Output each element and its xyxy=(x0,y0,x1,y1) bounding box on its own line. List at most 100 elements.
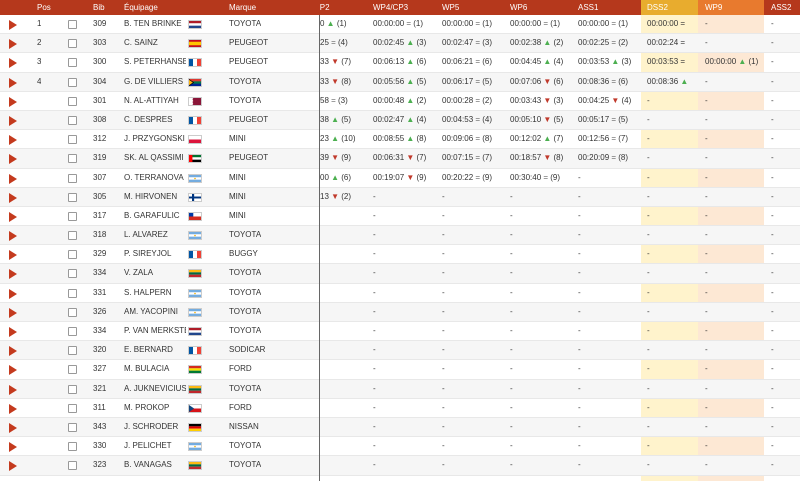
table-row[interactable]: 334 P. VAN MERKSTEIJN TOYOTA - - - - - - - xyxy=(0,322,800,342)
header-wp4[interactable]: WP4/CP3 xyxy=(373,0,408,15)
crew-name-cell[interactable]: P. SIREYJOL xyxy=(124,245,186,263)
row-checkbox[interactable] xyxy=(68,461,77,471)
row-checkbox[interactable] xyxy=(68,384,77,394)
row-checkbox[interactable] xyxy=(68,192,77,202)
crew-name-cell[interactable]: B. TEN BRINKE xyxy=(124,15,186,33)
header-cp2[interactable]: CP2 xyxy=(320,0,360,15)
row-checkbox[interactable] xyxy=(68,115,77,125)
expand-play-icon[interactable] xyxy=(9,211,17,222)
row-checkbox[interactable] xyxy=(68,422,77,432)
row-checkbox[interactable] xyxy=(68,250,77,260)
row-checkbox[interactable] xyxy=(68,269,77,279)
crew-name-cell[interactable]: M. BULACIA xyxy=(124,360,186,378)
expand-play-icon[interactable] xyxy=(9,39,17,50)
table-row[interactable]: 318 L. ALVAREZ TOYOTA - - - - - - - xyxy=(0,226,800,246)
table-row[interactable]: 331 S. HALPERN TOYOTA - - - - - - - xyxy=(0,284,800,303)
crew-name-cell[interactable]: A. JUKNEVICIUS xyxy=(124,380,186,398)
crew-name-cell[interactable]: J. PRZYGONSKI xyxy=(124,130,186,148)
row-checkbox[interactable] xyxy=(68,154,77,164)
expand-play-icon[interactable] xyxy=(9,346,17,357)
table-row[interactable]: 307 O. TERRANOVA MINI 00 ▲ (6) 00:19:07 ▼ (9… xyxy=(0,169,800,188)
crew-name-cell[interactable]: L. ALVAREZ xyxy=(124,226,186,244)
expand-play-icon[interactable] xyxy=(9,461,17,472)
crew-name-cell[interactable]: C. SAINZ xyxy=(124,34,186,52)
header-pos[interactable]: Pos xyxy=(37,0,51,15)
table-row[interactable]: 319 SK. AL QASSIMI PEUGEOT 39 ▼ (9) 00:06:31… xyxy=(0,149,800,169)
crew-name-cell[interactable]: S. HALPERN xyxy=(124,284,186,302)
crew-name-cell[interactable]: J. SCHRODER xyxy=(124,418,186,436)
table-row[interactable]: 301 N. AL-ATTIYAH TOYOTA 58 = (3) 00:00:48 ▲… xyxy=(0,92,800,111)
table-row[interactable]: 311 M. PROKOP FORD - - - - - - - xyxy=(0,399,800,418)
expand-play-icon[interactable] xyxy=(9,250,17,261)
crew-name-cell[interactable]: M. PROKOP xyxy=(124,399,186,417)
header-equipage[interactable]: Équipage xyxy=(124,0,158,15)
row-checkbox[interactable] xyxy=(68,173,77,183)
header-marque[interactable]: Marque xyxy=(229,0,256,15)
row-checkbox[interactable] xyxy=(68,20,77,29)
row-checkbox[interactable] xyxy=(68,39,77,49)
table-row[interactable]: 323 B. VANAGAS TOYOTA - - - - - - - xyxy=(0,456,800,476)
table-row[interactable]: 317 B. GARAFULIC MINI - - - - - - - xyxy=(0,207,800,227)
table-row[interactable]: 343 J. SCHRODER NISSAN - - - - - - - xyxy=(0,417,800,438)
row-checkbox[interactable] xyxy=(68,77,77,87)
expand-play-icon[interactable] xyxy=(9,20,17,30)
crew-name-cell[interactable]: B. VANAGAS xyxy=(124,456,186,474)
table-row[interactable]: 4 304 G. DE VILLIERS TOYOTA 33 ▼ (8) 00:05:56… xyxy=(0,72,800,92)
table-row[interactable]: 1 309 B. TEN BRINKE TOYOTA 0 ▲ (1) 00:00:00 =… xyxy=(0,15,800,35)
table-row[interactable]: 330 J. PELICHET TOYOTA - - - - - - - xyxy=(0,437,800,457)
expand-play-icon[interactable] xyxy=(9,327,17,337)
expand-play-icon[interactable] xyxy=(9,422,17,433)
crew-name-cell[interactable]: M. HIRVONEN xyxy=(124,188,186,206)
table-row[interactable]: 308 C. DESPRES PEUGEOT 38 ▲ (5) 00:02:47 ▲ (… xyxy=(0,110,800,131)
table-row[interactable]: 312 J. PRZYGONSKI MINI 23 ▲ (10) 00:08:55 ▲ … xyxy=(0,130,800,150)
expand-play-icon[interactable] xyxy=(9,403,17,414)
expand-play-icon[interactable] xyxy=(9,77,17,88)
row-checkbox[interactable] xyxy=(68,327,77,336)
expand-play-icon[interactable] xyxy=(9,365,17,376)
header-bib[interactable]: Bib xyxy=(93,0,105,15)
table-row[interactable]: 334 V. ZALA TOYOTA - - - - - - - xyxy=(0,264,800,284)
row-checkbox[interactable] xyxy=(68,135,77,145)
expand-play-icon[interactable] xyxy=(9,384,17,395)
crew-name-cell[interactable]: G. DE VILLIERS xyxy=(124,73,186,91)
header-ass2[interactable]: ASS2 xyxy=(764,0,800,15)
header-wp9[interactable]: WP9 xyxy=(698,0,764,15)
row-checkbox[interactable] xyxy=(68,288,77,298)
table-row[interactable]: 329 P. SIREYJOL BUGGY - - - - - - - xyxy=(0,245,800,265)
expand-play-icon[interactable] xyxy=(9,269,17,280)
row-checkbox[interactable] xyxy=(68,58,77,68)
expand-play-icon[interactable] xyxy=(9,307,17,318)
table-row[interactable]: 320 E. BERNARD SODICAR - - - - - - - xyxy=(0,341,800,361)
crew-name-cell[interactable]: AM. YACOPINI xyxy=(124,303,186,321)
header-ass1[interactable]: ASS1 xyxy=(578,0,598,15)
header-dss2[interactable]: DSS2 xyxy=(641,0,698,15)
row-checkbox[interactable] xyxy=(68,96,77,106)
expand-play-icon[interactable] xyxy=(9,231,17,242)
header-wp6[interactable]: WP6 xyxy=(510,0,527,15)
crew-name-cell[interactable]: SK. AL QASSIMI xyxy=(124,149,186,167)
expand-play-icon[interactable] xyxy=(9,154,17,165)
table-row[interactable]: 321 A. JUKNEVICIUS TOYOTA - - - - - - - xyxy=(0,379,800,399)
row-checkbox[interactable] xyxy=(68,231,77,241)
crew-name-cell[interactable]: N. AL-ATTIYAH xyxy=(124,92,186,110)
header-wp5[interactable]: WP5 xyxy=(442,0,459,15)
row-checkbox[interactable] xyxy=(68,403,77,413)
expand-play-icon[interactable] xyxy=(9,96,17,107)
crew-name-cell[interactable]: J. PELICHET xyxy=(124,437,186,455)
expand-play-icon[interactable] xyxy=(9,442,17,453)
expand-play-icon[interactable] xyxy=(9,58,17,69)
table-row[interactable]: 305 M. HIRVONEN MINI 13 ▼ (2) - - - - - - - xyxy=(0,187,800,207)
crew-name-cell[interactable]: S. PETERHANSEL xyxy=(124,53,186,71)
expand-play-icon[interactable] xyxy=(9,192,17,203)
expand-play-icon[interactable] xyxy=(9,173,17,184)
row-checkbox[interactable] xyxy=(68,211,77,221)
crew-name-cell[interactable]: V. ZALA xyxy=(124,264,186,282)
row-checkbox[interactable] xyxy=(68,442,77,452)
expand-play-icon[interactable] xyxy=(9,288,17,299)
row-checkbox[interactable] xyxy=(68,365,77,375)
expand-play-icon[interactable] xyxy=(9,135,17,146)
crew-name-cell[interactable]: P. VAN MERKSTEIJN xyxy=(124,322,186,340)
table-row[interactable]: 2 303 C. SAINZ PEUGEOT 25 = (4) 00:02:45 ▲ (3… xyxy=(0,34,800,54)
crew-name-cell[interactable]: E. BERNARD xyxy=(124,341,186,359)
crew-name-cell[interactable]: B. GARAFULIC xyxy=(124,207,186,225)
